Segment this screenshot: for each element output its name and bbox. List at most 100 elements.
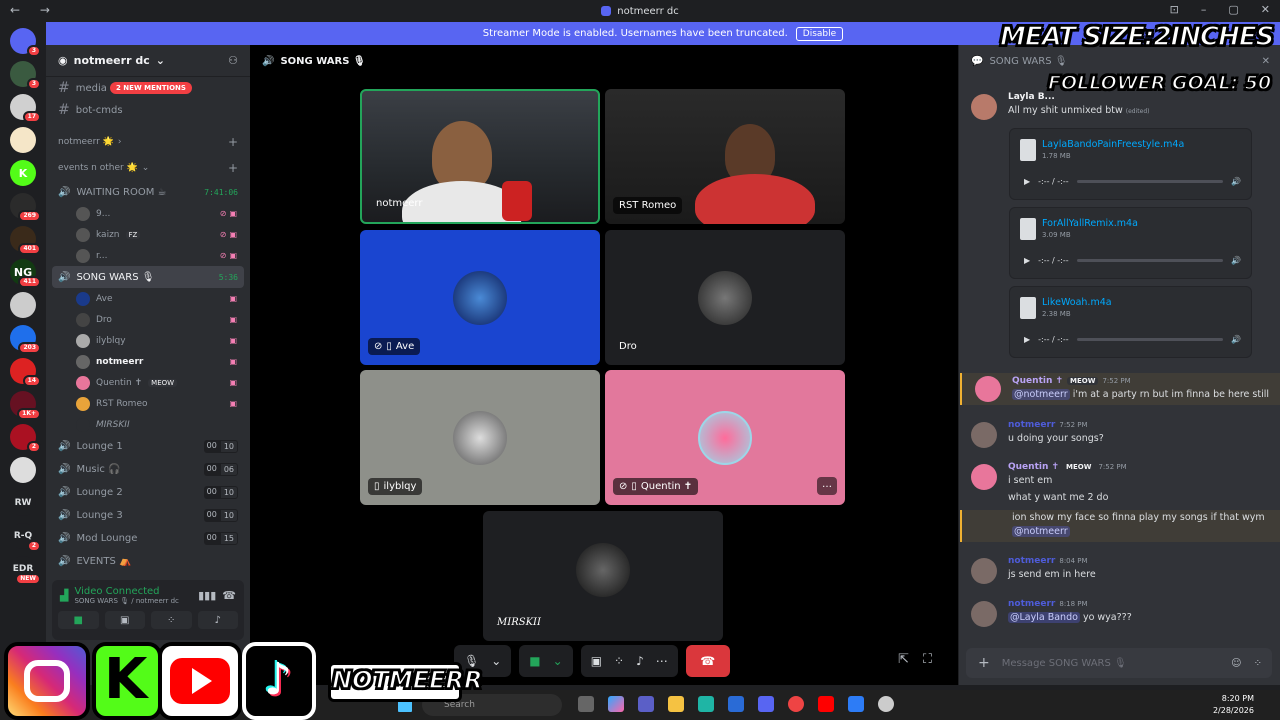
camera-control[interactable]: ■ ⌄ (519, 645, 573, 677)
screen-share-icon[interactable]: ▣ (591, 654, 602, 668)
fullscreen-icon[interactable]: ⛶ (923, 652, 946, 667)
more-icon[interactable]: ⋯ (656, 654, 668, 668)
play-icon[interactable]: ▶ (1024, 335, 1030, 344)
message-author[interactable]: notmeerr (1008, 556, 1055, 566)
message-author[interactable]: Quentin ✝ (1008, 462, 1059, 472)
guild-header[interactable]: ◉ notmeerr dc ⌄ ⚇ (46, 45, 250, 77)
server-icon[interactable] (10, 127, 36, 153)
message-author[interactable]: notmeerr (1008, 599, 1055, 609)
server-icon[interactable]: 1K+ (10, 391, 41, 420)
server-icon[interactable] (10, 292, 36, 318)
disable-button[interactable]: Disable (795, 26, 844, 41)
audio-seek-bar[interactable] (1076, 179, 1224, 183)
hang-up-button[interactable]: ☎ (685, 645, 730, 677)
video-tile-ilyblqy[interactable]: ▯ ilyblqy (360, 370, 600, 505)
activities-icon[interactable]: ⁘ (614, 654, 624, 668)
add-member-icon[interactable]: ⚇ (228, 54, 238, 67)
server-icon[interactable]: EDR NEW (10, 556, 41, 585)
avatar[interactable] (971, 94, 997, 120)
voice-user[interactable]: ilyblqy ▣ (46, 330, 250, 351)
explorer-icon[interactable] (668, 696, 684, 712)
video-tile-rst-romeo[interactable]: RST Romeo (605, 89, 845, 224)
maximize-button[interactable]: ▢ (1228, 3, 1238, 16)
close-icon[interactable]: ✕ (1262, 56, 1270, 67)
add-channel-icon[interactable]: + (228, 135, 238, 149)
task-view-icon[interactable] (578, 696, 594, 712)
noise-suppression-icon[interactable]: ▮▮▮ (198, 589, 216, 602)
attachment-filename[interactable]: ForAllYallRemix.m4a (1042, 218, 1138, 229)
server-icon[interactable]: 3 (10, 28, 41, 57)
audio-seek-bar[interactable] (1076, 337, 1224, 341)
server-icon[interactable] (10, 457, 36, 483)
video-tile-quentin[interactable]: ⊘ ▯ Quentin ✝ … (605, 370, 845, 505)
message-author[interactable]: notmeerr (1008, 420, 1055, 430)
server-icon[interactable]: 203 (10, 325, 41, 354)
server-icon[interactable]: 2 (10, 424, 41, 453)
voice-channel-waiting-room[interactable]: 🔊 WAITING ROOM ☕ 7:41:06 (46, 181, 250, 203)
activities-button[interactable]: ⁘ (151, 611, 192, 629)
signal-icon[interactable]: ▟ (60, 589, 68, 602)
discord-icon[interactable] (758, 696, 774, 712)
server-icon[interactable]: 269 (10, 193, 41, 222)
server-icon[interactable]: R-Q 2 (10, 523, 41, 552)
user-mention[interactable]: @notmeerr (1012, 526, 1070, 537)
video-tile-ave[interactable]: ⊘ ▯ Ave (360, 230, 600, 365)
camera-button[interactable]: ■ (58, 611, 99, 629)
youtube-icon[interactable] (818, 696, 834, 712)
avatar[interactable] (971, 558, 997, 584)
apps-icon[interactable]: ⁘ (1254, 658, 1262, 669)
server-icon[interactable]: 14 (10, 358, 41, 387)
play-icon[interactable]: ▶ (1024, 177, 1030, 186)
edge-icon[interactable] (698, 696, 714, 712)
avatar[interactable] (971, 422, 997, 448)
volume-icon[interactable]: 🔊 (1231, 256, 1241, 265)
soundboard-button[interactable]: ♪ (197, 611, 238, 629)
chevron-down-icon[interactable]: ⌄ (553, 654, 563, 668)
voice-user[interactable]: 9... ⊘▣ (46, 203, 250, 224)
audio-seek-bar[interactable] (1076, 258, 1224, 262)
voice-user[interactable]: Ave ▣ (46, 288, 250, 309)
voice-user[interactable]: r... ⊘▣ (46, 245, 250, 266)
volume-icon[interactable]: 🔊 (1231, 335, 1241, 344)
avatar[interactable] (971, 601, 997, 627)
server-icon[interactable]: 3 (10, 61, 41, 90)
screen-share-button[interactable]: ▣ (104, 611, 145, 629)
attachment-filename[interactable]: LikeWoah.m4a (1042, 297, 1112, 308)
soundboard-icon[interactable]: ♪ (636, 654, 644, 668)
voice-channel-path[interactable]: SONG WARS 🎙 / notmeerr dc (74, 597, 178, 605)
server-icon[interactable]: RW (10, 490, 36, 516)
teams-icon[interactable] (638, 696, 654, 712)
voice-user[interactable]: MIRSKII (46, 414, 250, 435)
attachment-filename[interactable]: LaylaBandoPainFreestyle.m4a (1042, 139, 1184, 150)
taskbar-clock[interactable]: 8:20 PM 2/28/2026 (1213, 693, 1254, 717)
add-channel-icon[interactable]: + (228, 161, 238, 175)
avatar[interactable] (971, 464, 997, 490)
emoji-icon[interactable]: ☺ (1231, 658, 1241, 669)
voice-channel[interactable]: 🔊 Lounge 2 00 10 (46, 481, 250, 504)
voice-channel[interactable]: 🔊 Lounge 1 00 10 (46, 435, 250, 458)
voice-channel[interactable]: 🔊 Music 🎧 00 06 (46, 458, 250, 481)
avatar[interactable] (975, 376, 1001, 402)
category-notmeerr[interactable]: notmeerr 🌟 › + (46, 129, 250, 155)
copilot-icon[interactable] (608, 696, 624, 712)
voice-user[interactable]: Quentin ✝ MEOW ▣ (46, 372, 250, 393)
store-icon[interactable] (728, 696, 744, 712)
server-icon[interactable]: 401 (10, 226, 41, 255)
add-attachment-icon[interactable]: + (978, 655, 990, 671)
channel-bot-cmds[interactable]: # bot-cmds (46, 99, 250, 121)
server-icon[interactable]: NG 411 (10, 259, 41, 288)
chrome-icon[interactable] (788, 696, 804, 712)
user-mention[interactable]: @notmeerr (1012, 389, 1070, 400)
play-icon[interactable]: ▶ (1024, 256, 1030, 265)
voice-channel[interactable]: 🔊 Lounge 3 00 10 (46, 504, 250, 527)
app-icon[interactable] (848, 696, 864, 712)
popout-icon[interactable]: ⇱ (898, 652, 923, 667)
channel-media[interactable]: # media 2 NEW MENTIONS (46, 77, 250, 99)
close-button[interactable]: ✕ (1261, 3, 1270, 16)
chat-input[interactable]: + Message SONG WARS 🎙 ☺ ⁘ (966, 648, 1272, 678)
voice-user[interactable]: RST Romeo ▣ (46, 393, 250, 414)
message-author[interactable]: Quentin ✝ (1012, 376, 1063, 386)
chevron-down-icon[interactable]: ⌄ (491, 654, 501, 668)
voice-channel-song-wars[interactable]: 🔊 SONG WARS 🎙 5:36 (52, 266, 244, 288)
obs-icon[interactable] (878, 696, 894, 712)
